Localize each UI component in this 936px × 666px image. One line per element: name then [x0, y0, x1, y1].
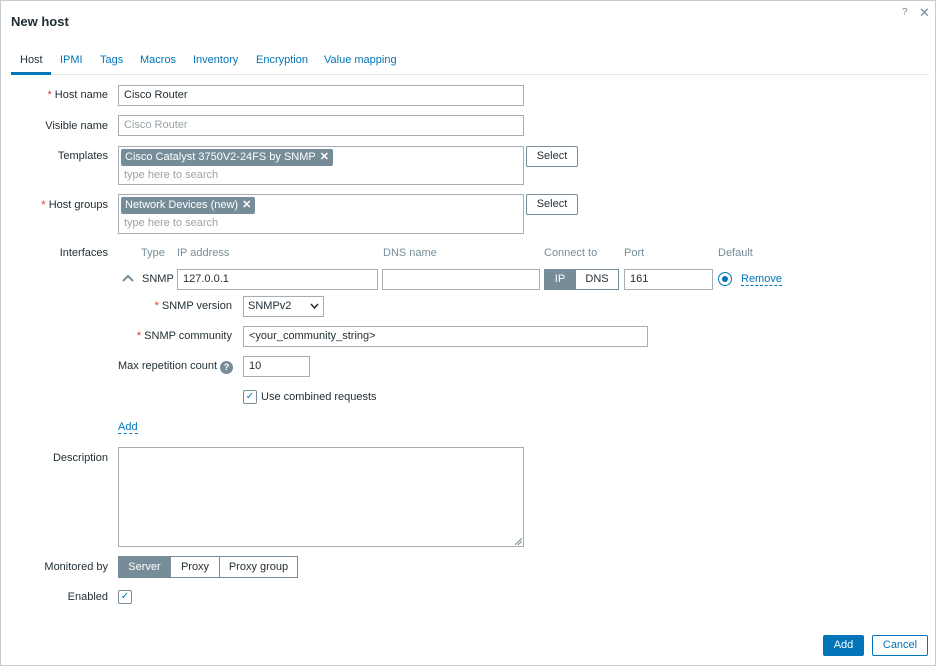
tab-ipmi[interactable]: IPMI: [60, 54, 83, 66]
tab-tags[interactable]: Tags: [100, 54, 123, 66]
remove-chip-icon[interactable]: ✕: [242, 199, 251, 211]
default-interface-radio[interactable]: [718, 272, 732, 286]
host-groups-label: * Host groups: [41, 199, 108, 211]
snmp-version-select[interactable]: SNMPv2: [243, 296, 324, 317]
interface-dns-input[interactable]: [382, 269, 540, 290]
max-repetition-input[interactable]: 10: [243, 356, 310, 377]
cancel-button[interactable]: Cancel: [872, 635, 928, 656]
description-label: Description: [52, 452, 108, 464]
visible-name-label: Visible name: [45, 120, 108, 132]
template-chip: Cisco Catalyst 3750V2-24FS by SNMP ✕: [121, 149, 333, 166]
monitored-by-label: Monitored by: [44, 561, 108, 573]
col-header-default: Default: [718, 247, 753, 259]
remove-chip-icon[interactable]: ✕: [320, 151, 329, 163]
enabled-checkbox[interactable]: ✓: [118, 590, 132, 604]
connect-ip-option[interactable]: IP: [544, 269, 576, 290]
close-icon[interactable]: ✕: [919, 5, 930, 21]
host-groups-search-input[interactable]: type here to search: [124, 217, 218, 229]
tab-value-mapping[interactable]: Value mapping: [324, 54, 397, 66]
col-header-dns: DNS name: [383, 247, 437, 259]
enabled-label: Enabled: [67, 591, 108, 603]
chevron-down-icon: [310, 303, 319, 310]
col-header-type: Type: [141, 247, 165, 259]
host-name-label: * Host name: [47, 89, 108, 101]
interface-ip-input[interactable]: 127.0.0.1: [177, 269, 378, 290]
col-header-ip: IP address: [177, 247, 230, 259]
templates-multiselect[interactable]: Cisco Catalyst 3750V2-24FS by SNMP ✕ type…: [118, 146, 524, 185]
col-header-connect: Connect to: [544, 247, 598, 259]
snmp-community-label: * SNMP community: [136, 330, 232, 342]
template-chip-label: Cisco Catalyst 3750V2-24FS by SNMP: [125, 151, 316, 163]
tab-inventory[interactable]: Inventory: [193, 54, 238, 66]
collapse-chevron-icon[interactable]: [121, 272, 135, 284]
interface-type: SNMP: [142, 273, 174, 285]
add-button[interactable]: Add: [823, 635, 864, 656]
max-repetition-label: Max repetition count: [118, 360, 218, 372]
help-icon[interactable]: ?: [220, 361, 233, 374]
monitored-by-toggle: Server Proxy Proxy group: [118, 556, 298, 578]
host-name-input[interactable]: Cisco Router: [118, 85, 524, 106]
snmp-community-input[interactable]: <your_community_string>: [243, 326, 648, 347]
tab-encryption[interactable]: Encryption: [256, 54, 308, 66]
snmp-version-label: * SNMP version: [154, 300, 232, 312]
dialog-title: New host: [11, 14, 69, 29]
tab-host[interactable]: Host: [20, 54, 43, 66]
resize-handle-icon: [515, 538, 522, 545]
active-tab-indicator: [11, 72, 51, 75]
host-group-chip-label: Network Devices (new): [125, 199, 239, 211]
col-header-port: Port: [624, 247, 645, 259]
templates-label: Templates: [57, 150, 108, 162]
tab-macros[interactable]: Macros: [140, 54, 176, 66]
description-textarea[interactable]: [118, 447, 524, 547]
add-interface-link[interactable]: Add: [118, 421, 138, 434]
interface-port-input[interactable]: 161: [624, 269, 713, 290]
templates-select-button[interactable]: Select: [526, 146, 578, 167]
new-host-dialog: New host ? ✕ Host IPMI Tags Macros Inven…: [0, 0, 936, 666]
host-groups-select-button[interactable]: Select: [526, 194, 578, 215]
monitored-by-server[interactable]: Server: [118, 556, 171, 578]
tab-bar: Host IPMI Tags Macros Inventory Encrypti…: [11, 49, 929, 75]
combined-requests-label: Use combined requests: [261, 391, 377, 403]
interfaces-label: Interfaces: [59, 247, 108, 259]
monitored-by-proxy[interactable]: Proxy: [171, 556, 220, 578]
snmp-version-value: SNMPv2: [248, 300, 292, 312]
help-icon[interactable]: ?: [902, 7, 908, 18]
host-groups-multiselect[interactable]: Network Devices (new) ✕ type here to sear…: [118, 194, 524, 234]
visible-name-input[interactable]: Cisco Router: [118, 115, 524, 136]
combined-requests-checkbox[interactable]: ✓: [243, 390, 257, 404]
connect-dns-option[interactable]: DNS: [576, 269, 619, 290]
remove-interface-link[interactable]: Remove: [741, 273, 782, 286]
monitored-by-proxy-group[interactable]: Proxy group: [220, 556, 298, 578]
templates-search-input[interactable]: type here to search: [124, 169, 218, 181]
host-group-chip: Network Devices (new) ✕: [121, 197, 256, 214]
connect-to-toggle: IP DNS: [544, 269, 619, 290]
